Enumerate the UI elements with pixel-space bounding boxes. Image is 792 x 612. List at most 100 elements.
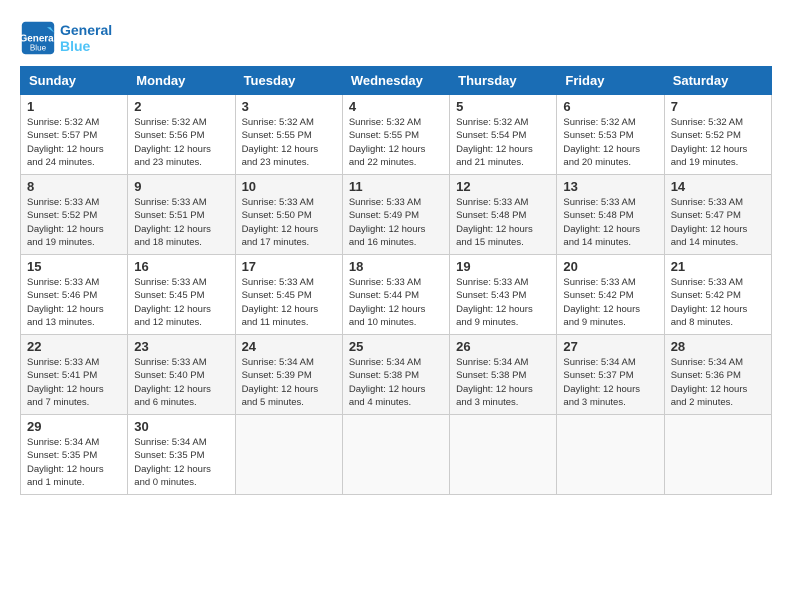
calendar-cell: 12 Sunrise: 5:33 AMSunset: 5:48 PMDayligh… <box>450 175 557 255</box>
day-info: Sunrise: 5:33 AMSunset: 5:45 PMDaylight:… <box>242 276 336 329</box>
day-number: 11 <box>349 179 443 194</box>
day-info: Sunrise: 5:33 AMSunset: 5:45 PMDaylight:… <box>134 276 228 329</box>
calendar-cell <box>664 415 771 495</box>
calendar-cell: 16 Sunrise: 5:33 AMSunset: 5:45 PMDayligh… <box>128 255 235 335</box>
day-info: Sunrise: 5:33 AMSunset: 5:49 PMDaylight:… <box>349 196 443 249</box>
logo: General Blue GeneralBlue <box>20 20 112 56</box>
day-info: Sunrise: 5:32 AMSunset: 5:56 PMDaylight:… <box>134 116 228 169</box>
calendar-cell: 10 Sunrise: 5:33 AMSunset: 5:50 PMDayligh… <box>235 175 342 255</box>
day-number: 23 <box>134 339 228 354</box>
svg-text:Blue: Blue <box>30 44 47 53</box>
calendar-cell: 8 Sunrise: 5:33 AMSunset: 5:52 PMDaylight… <box>21 175 128 255</box>
calendar-cell: 11 Sunrise: 5:33 AMSunset: 5:49 PMDayligh… <box>342 175 449 255</box>
day-info: Sunrise: 5:34 AMSunset: 5:38 PMDaylight:… <box>456 356 550 409</box>
day-info: Sunrise: 5:33 AMSunset: 5:44 PMDaylight:… <box>349 276 443 329</box>
day-number: 13 <box>563 179 657 194</box>
day-number: 14 <box>671 179 765 194</box>
day-info: Sunrise: 5:33 AMSunset: 5:43 PMDaylight:… <box>456 276 550 329</box>
day-number: 20 <box>563 259 657 274</box>
calendar-cell: 25 Sunrise: 5:34 AMSunset: 5:38 PMDayligh… <box>342 335 449 415</box>
day-number: 12 <box>456 179 550 194</box>
day-number: 29 <box>27 419 121 434</box>
calendar-cell: 3 Sunrise: 5:32 AMSunset: 5:55 PMDaylight… <box>235 95 342 175</box>
calendar-cell: 17 Sunrise: 5:33 AMSunset: 5:45 PMDayligh… <box>235 255 342 335</box>
day-info: Sunrise: 5:34 AMSunset: 5:35 PMDaylight:… <box>27 436 121 489</box>
calendar-cell: 27 Sunrise: 5:34 AMSunset: 5:37 PMDayligh… <box>557 335 664 415</box>
calendar-cell: 26 Sunrise: 5:34 AMSunset: 5:38 PMDayligh… <box>450 335 557 415</box>
day-info: Sunrise: 5:33 AMSunset: 5:40 PMDaylight:… <box>134 356 228 409</box>
day-number: 24 <box>242 339 336 354</box>
calendar-cell: 14 Sunrise: 5:33 AMSunset: 5:47 PMDayligh… <box>664 175 771 255</box>
day-info: Sunrise: 5:34 AMSunset: 5:38 PMDaylight:… <box>349 356 443 409</box>
calendar-cell: 23 Sunrise: 5:33 AMSunset: 5:40 PMDayligh… <box>128 335 235 415</box>
day-info: Sunrise: 5:34 AMSunset: 5:37 PMDaylight:… <box>563 356 657 409</box>
calendar-cell: 21 Sunrise: 5:33 AMSunset: 5:42 PMDayligh… <box>664 255 771 335</box>
calendar-cell: 1 Sunrise: 5:32 AMSunset: 5:57 PMDaylight… <box>21 95 128 175</box>
day-info: Sunrise: 5:32 AMSunset: 5:55 PMDaylight:… <box>242 116 336 169</box>
day-info: Sunrise: 5:33 AMSunset: 5:51 PMDaylight:… <box>134 196 228 249</box>
day-number: 2 <box>134 99 228 114</box>
day-number: 8 <box>27 179 121 194</box>
calendar-cell: 24 Sunrise: 5:34 AMSunset: 5:39 PMDayligh… <box>235 335 342 415</box>
calendar-cell: 20 Sunrise: 5:33 AMSunset: 5:42 PMDayligh… <box>557 255 664 335</box>
day-number: 30 <box>134 419 228 434</box>
calendar-cell: 28Sunrise: 5:34 AMSunset: 5:36 PMDayligh… <box>664 335 771 415</box>
calendar-cell: 18 Sunrise: 5:33 AMSunset: 5:44 PMDayligh… <box>342 255 449 335</box>
day-number: 21 <box>671 259 765 274</box>
day-number: 3 <box>242 99 336 114</box>
calendar-cell: 6 Sunrise: 5:32 AMSunset: 5:53 PMDaylight… <box>557 95 664 175</box>
day-info: Sunrise: 5:32 AMSunset: 5:53 PMDaylight:… <box>563 116 657 169</box>
day-number: 25 <box>349 339 443 354</box>
day-of-week-header: Saturday <box>664 67 771 95</box>
calendar-cell: 19Sunrise: 5:33 AMSunset: 5:43 PMDayligh… <box>450 255 557 335</box>
day-number: 18 <box>349 259 443 274</box>
day-number: 1 <box>27 99 121 114</box>
calendar-cell <box>342 415 449 495</box>
day-number: 9 <box>134 179 228 194</box>
day-info: Sunrise: 5:33 AMSunset: 5:48 PMDaylight:… <box>456 196 550 249</box>
day-info: Sunrise: 5:34 AMSunset: 5:35 PMDaylight:… <box>134 436 228 489</box>
calendar-cell: 29 Sunrise: 5:34 AMSunset: 5:35 PMDayligh… <box>21 415 128 495</box>
logo-icon: General Blue <box>20 20 56 56</box>
logo-text: GeneralBlue <box>60 22 112 54</box>
day-info: Sunrise: 5:33 AMSunset: 5:42 PMDaylight:… <box>563 276 657 329</box>
day-of-week-header: Thursday <box>450 67 557 95</box>
day-info: Sunrise: 5:34 AMSunset: 5:39 PMDaylight:… <box>242 356 336 409</box>
day-of-week-header: Tuesday <box>235 67 342 95</box>
day-of-week-header: Monday <box>128 67 235 95</box>
day-info: Sunrise: 5:33 AMSunset: 5:52 PMDaylight:… <box>27 196 121 249</box>
day-number: 6 <box>563 99 657 114</box>
calendar-cell: 22 Sunrise: 5:33 AMSunset: 5:41 PMDayligh… <box>21 335 128 415</box>
day-info: Sunrise: 5:32 AMSunset: 5:55 PMDaylight:… <box>349 116 443 169</box>
day-number: 7 <box>671 99 765 114</box>
calendar-week-row: 29 Sunrise: 5:34 AMSunset: 5:35 PMDayligh… <box>21 415 772 495</box>
day-info: Sunrise: 5:33 AMSunset: 5:50 PMDaylight:… <box>242 196 336 249</box>
day-of-week-header: Friday <box>557 67 664 95</box>
calendar-cell <box>557 415 664 495</box>
day-info: Sunrise: 5:33 AMSunset: 5:42 PMDaylight:… <box>671 276 765 329</box>
calendar-cell: 13 Sunrise: 5:33 AMSunset: 5:48 PMDayligh… <box>557 175 664 255</box>
day-info: Sunrise: 5:33 AMSunset: 5:48 PMDaylight:… <box>563 196 657 249</box>
day-info: Sunrise: 5:33 AMSunset: 5:41 PMDaylight:… <box>27 356 121 409</box>
calendar-cell <box>450 415 557 495</box>
day-number: 15 <box>27 259 121 274</box>
day-number: 22 <box>27 339 121 354</box>
calendar-header-row: SundayMondayTuesdayWednesdayThursdayFrid… <box>21 67 772 95</box>
calendar-week-row: 15Sunrise: 5:33 AMSunset: 5:46 PMDayligh… <box>21 255 772 335</box>
day-number: 26 <box>456 339 550 354</box>
day-number: 4 <box>349 99 443 114</box>
calendar-week-row: 8 Sunrise: 5:33 AMSunset: 5:52 PMDaylight… <box>21 175 772 255</box>
day-info: Sunrise: 5:32 AMSunset: 5:57 PMDaylight:… <box>27 116 121 169</box>
day-of-week-header: Wednesday <box>342 67 449 95</box>
day-number: 17 <box>242 259 336 274</box>
day-number: 16 <box>134 259 228 274</box>
day-of-week-header: Sunday <box>21 67 128 95</box>
day-number: 27 <box>563 339 657 354</box>
calendar-week-row: 22 Sunrise: 5:33 AMSunset: 5:41 PMDayligh… <box>21 335 772 415</box>
calendar-cell: 2 Sunrise: 5:32 AMSunset: 5:56 PMDaylight… <box>128 95 235 175</box>
calendar-cell: 30 Sunrise: 5:34 AMSunset: 5:35 PMDayligh… <box>128 415 235 495</box>
day-info: Sunrise: 5:33 AMSunset: 5:47 PMDaylight:… <box>671 196 765 249</box>
day-info: Sunrise: 5:32 AMSunset: 5:54 PMDaylight:… <box>456 116 550 169</box>
day-number: 10 <box>242 179 336 194</box>
calendar-cell: 4 Sunrise: 5:32 AMSunset: 5:55 PMDaylight… <box>342 95 449 175</box>
